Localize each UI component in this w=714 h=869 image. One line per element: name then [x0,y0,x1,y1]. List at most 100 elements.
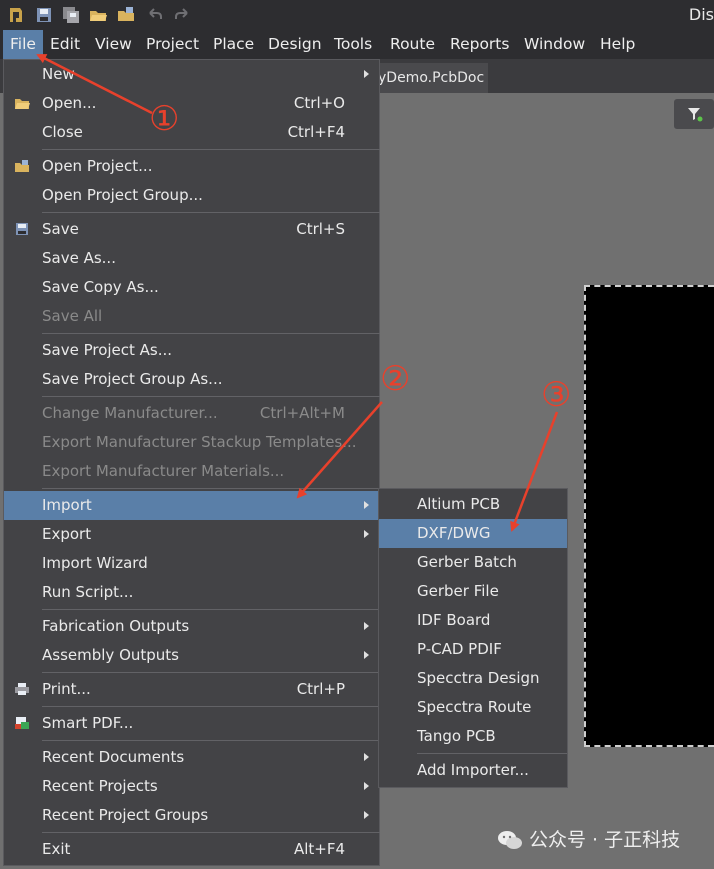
menu-item-label: Save Copy As... [42,278,159,296]
window-title: Dis [688,5,714,24]
file-open-project-group[interactable]: Open Project Group... [4,181,379,210]
file-save-project-group-as[interactable]: Save Project Group As... [4,365,379,394]
file-export[interactable]: Export [4,520,379,549]
file-change-manufacturer: Change Manufacturer... Ctrl+Alt+M [4,399,379,428]
menu-separator [42,488,380,489]
menu-item-label: Save All [42,307,103,325]
import-add-importer[interactable]: Add Importer... [379,756,567,785]
file-open[interactable]: Open... Ctrl+O [4,89,379,118]
import-specctra-route[interactable]: Specctra Route [379,693,567,722]
menu-item-label: Smart PDF... [42,714,134,732]
menu-item-label: Exit [42,840,71,858]
app-logo-icon [10,8,22,22]
submenu-arrow-icon [364,782,369,790]
document-tab[interactable]: yDemo.PcbDoc [376,63,489,93]
import-altium-pcb[interactable]: Altium PCB [379,490,567,519]
file-run-script[interactable]: Run Script... [4,578,379,607]
file-import[interactable]: Import [4,491,379,520]
menu-item-label: Specctra Design [417,669,540,687]
submenu-arrow-icon [364,70,369,78]
submenu-arrow-icon [364,811,369,819]
submenu-arrow-icon [364,530,369,538]
file-recent-projects[interactable]: Recent Projects [4,772,379,801]
import-tango-pcb[interactable]: Tango PCB [379,722,567,751]
file-print[interactable]: Print... Ctrl+P [4,675,379,704]
save-icon[interactable] [34,5,54,25]
file-assembly-outputs[interactable]: Assembly Outputs [4,641,379,670]
import-submenu: Altium PCB DXF/DWG Gerber Batch Gerber File… [378,488,568,788]
menu-separator [42,740,380,741]
menu-tools[interactable]: Tools [334,30,372,59]
menu-item-label: P-CAD PDIF [417,640,502,658]
menu-item-label: Export Manufacturer Stackup Templates... [42,433,357,451]
menu-item-label: Open Project... [42,157,153,175]
printer-icon [15,683,29,695]
import-dxf-dwg[interactable]: DXF/DWG [379,519,567,548]
menu-separator [42,212,380,213]
menu-item-label: Tango PCB [417,727,496,745]
menu-item-shortcut: Ctrl+O [293,94,345,112]
import-specctra-design[interactable]: Specctra Design [379,664,567,693]
file-save-as[interactable]: Save As... [4,244,379,273]
menu-item-label: Import [42,496,92,514]
menu-item-label: Recent Project Groups [42,806,209,824]
project-folder-icon[interactable] [116,5,136,25]
folder-open-icon[interactable] [88,5,108,25]
menu-edit[interactable]: Edit [50,30,80,59]
menu-separator [42,149,380,150]
submenu-arrow-icon [364,501,369,509]
menu-item-label: Save As... [42,249,116,267]
menu-item-label: Import Wizard [42,554,148,572]
menu-separator [42,706,380,707]
file-import-wizard[interactable]: Import Wizard [4,549,379,578]
menu-project[interactable]: Project [146,30,199,59]
menu-item-label: Recent Documents [42,748,185,766]
menu-item-label: Gerber File [417,582,499,600]
file-smart-pdf[interactable]: Smart PDF... [4,709,379,738]
menu-item-label: Add Importer... [417,761,529,779]
menu-design[interactable]: Design [268,30,322,59]
smart-pdf-icon [15,717,29,729]
menu-item-label: Run Script... [42,583,134,601]
submenu-arrow-icon [364,753,369,761]
menu-reports[interactable]: Reports [450,30,509,59]
watermark-text: 公众号 · 子正科技 [529,829,681,851]
menu-item-label: Save [42,220,79,238]
file-exit[interactable]: Exit Alt+F4 [4,835,379,864]
save-all-icon[interactable] [61,5,81,25]
menu-item-label: Open Project Group... [42,186,203,204]
import-gerber-file[interactable]: Gerber File [379,577,567,606]
project-folder-icon [15,160,29,172]
menu-route[interactable]: Route [390,30,435,59]
menu-file[interactable]: File [3,30,43,59]
file-save-copy-as[interactable]: Save Copy As... [4,273,379,302]
file-new[interactable]: New [4,60,379,89]
annotation-step-1: ① [149,99,180,139]
redo-icon[interactable] [172,5,192,25]
import-idf-board[interactable]: IDF Board [379,606,567,635]
pcb-board[interactable] [584,285,714,747]
file-save[interactable]: Save Ctrl+S [4,215,379,244]
menu-item-shortcut: Ctrl+Alt+M [259,404,345,422]
menu-view[interactable]: View [95,30,132,59]
menu-help[interactable]: Help [600,30,635,59]
undo-icon[interactable] [145,5,165,25]
menu-item-label: Specctra Route [417,698,532,716]
import-gerber-batch[interactable]: Gerber Batch [379,548,567,577]
file-fabrication-outputs[interactable]: Fabrication Outputs [4,612,379,641]
file-save-project-as[interactable]: Save Project As... [4,336,379,365]
menu-item-label: Export Manufacturer Materials... [42,462,285,480]
annotation-step-2: ② [380,359,411,399]
import-pcad-pdif[interactable]: P-CAD PDIF [379,635,567,664]
menu-window[interactable]: Window [524,30,585,59]
filter-button[interactable] [674,99,714,129]
menu-bar: File Edit View Project Place Design Tools Route… [0,30,714,59]
file-recent-project-groups[interactable]: Recent Project Groups [4,801,379,830]
file-recent-documents[interactable]: Recent Documents [4,743,379,772]
filter-icon [688,108,703,122]
menu-item-label: Gerber Batch [417,553,517,571]
file-open-project[interactable]: Open Project... [4,152,379,181]
menu-place[interactable]: Place [213,30,254,59]
menu-item-shortcut: Ctrl+S [296,220,345,238]
file-close[interactable]: Close Ctrl+F4 [4,118,379,147]
